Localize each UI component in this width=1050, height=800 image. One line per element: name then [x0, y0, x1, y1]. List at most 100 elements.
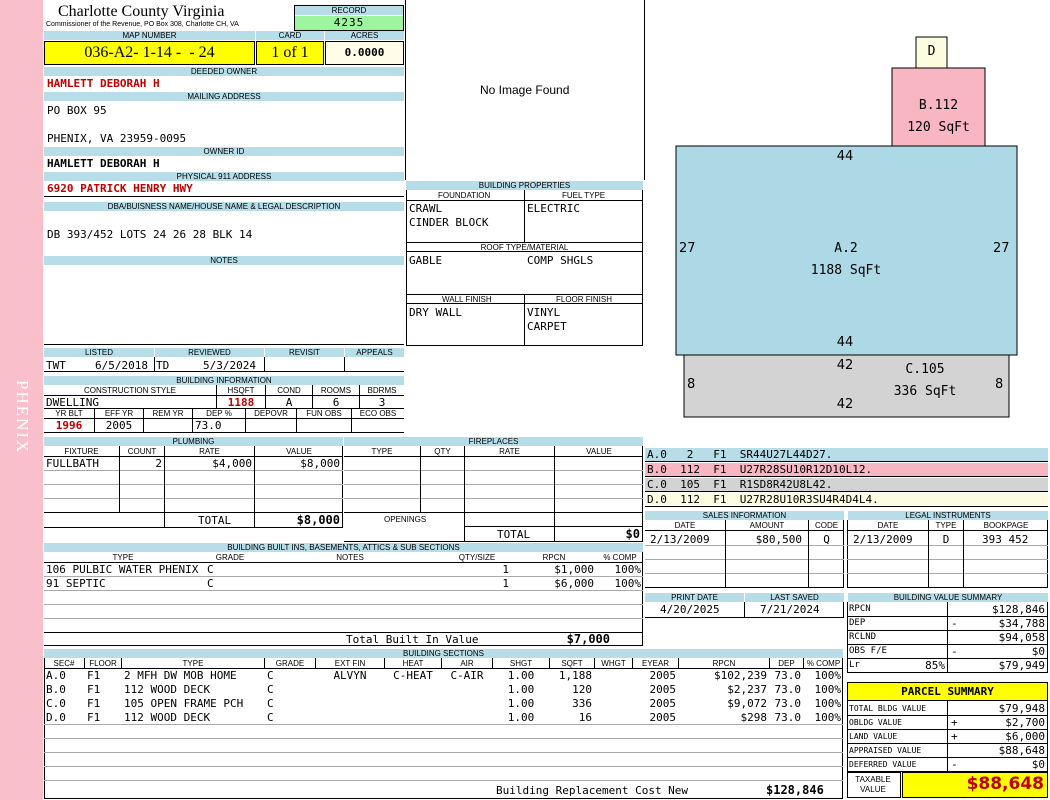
sketch-a-top: 44: [836, 149, 854, 164]
sketch-a-bottom: 44: [836, 335, 854, 350]
legal-h-bookpage: BOOKPAGE: [983, 521, 1029, 530]
bi-h-depovr: DEPOVR: [254, 409, 288, 418]
sec-header-sep: [315, 658, 316, 668]
legal-h-date: DATE: [877, 521, 899, 530]
sec-cell: 73.0: [774, 711, 802, 724]
sec-header: EXT FIN: [334, 659, 366, 668]
sec-cell: 73.0: [774, 669, 802, 682]
floor-1: VINYL: [527, 306, 561, 319]
fire-h-qty: QTY: [434, 447, 451, 456]
built-ins-label: BUILDING BUILT INS, BASEMENTS, ATTICS & …: [44, 543, 643, 552]
owner-id-value: HAMLETT DEBORAH H: [47, 157, 160, 170]
map-number-value: 036-A2- 1-14 - - 24: [44, 41, 255, 65]
bi2-row1-type: 106 PULBIC WATER PHENIX: [46, 563, 199, 576]
sec-cell: C: [267, 711, 274, 724]
legal-inst-label: LEGAL INSTRUMENTS: [848, 511, 1048, 520]
parcel-row-label: APPRAISED VALUE: [849, 746, 922, 755]
sec-cell: 112 WOOD DECK: [124, 711, 211, 724]
plumbing-label: PLUMBING: [44, 437, 343, 446]
sec-header-sep: [549, 658, 550, 668]
sec-header: AIR: [460, 659, 474, 668]
mailing-label: MAILING ADDRESS: [44, 92, 404, 101]
sec-cell: 1.00: [507, 711, 535, 724]
sec-cell: $298: [740, 711, 768, 724]
fire-total: $0: [625, 527, 640, 541]
bvs-row-value: $128,846: [992, 603, 1045, 616]
last-saved-label: LAST SAVED: [745, 593, 844, 602]
sections-footer-value: $128,846: [766, 783, 824, 797]
sec-cell: F1: [87, 669, 101, 682]
record-value: 4235: [295, 16, 403, 30]
no-image-text: No Image Found: [480, 83, 570, 97]
acres-label: ACRES: [325, 31, 404, 40]
sec-header-sep: [594, 658, 595, 668]
bvs-row-label: RPCN: [849, 604, 871, 614]
sketch-code-a-text: A.0 2 F1 SR44U27L44D27.: [647, 448, 833, 461]
taxable-value: $88,648: [966, 774, 1044, 794]
building-info-label: BUILDING INFORMATION: [44, 376, 404, 385]
plumb-fixture: FULLBATH: [46, 457, 99, 470]
bi-h-remyr: REM YR: [152, 409, 184, 418]
sec-cell: F1: [87, 697, 101, 710]
parcel-row-label: LAND VALUE: [849, 732, 898, 741]
sketch-c-top: 42: [836, 358, 854, 373]
bi-h-funobs: FUN OBS: [306, 409, 342, 418]
listed-by: TWT: [46, 359, 66, 372]
sec-cell: $102,239: [714, 669, 767, 682]
foundation-2: CINDER BLOCK: [409, 216, 489, 229]
sec-header-sep: [803, 658, 804, 668]
sec-cell: ALVYN: [333, 669, 367, 682]
sec-cell: 105 OPEN FRAME PCH: [124, 697, 244, 710]
roof-type: GABLE: [409, 254, 443, 267]
parcel-row-value: $88,648: [998, 744, 1045, 757]
owner-id-label: OWNER ID: [44, 147, 404, 156]
plumb-value: $8,000: [300, 457, 340, 470]
sec-header: SHGT: [509, 659, 533, 668]
parcel-row-value: $0: [1031, 758, 1045, 771]
roof-material: COMP SHGLS: [527, 254, 594, 267]
bvs-row-label: RCLND: [849, 632, 877, 642]
bi2-h-grade: GRADE: [215, 553, 245, 562]
acres-value: 0.0000: [325, 41, 404, 65]
sales-h-code: CODE: [814, 521, 839, 530]
bvs-row-value: $94,058: [998, 631, 1045, 644]
parcel-row-label: TOTAL BLDG VALUE: [849, 704, 927, 713]
sec-header: WHGT: [601, 659, 626, 668]
sec-cell: C: [267, 697, 274, 710]
fire-total-label: TOTAL: [497, 528, 531, 541]
listed-label: LISTED: [44, 348, 154, 357]
bi-h-bdrms: BDRMS: [367, 386, 397, 395]
bi2-row1-grade: C: [207, 563, 214, 576]
bvs-row-value: $0: [1031, 645, 1045, 658]
sec-header-sep: [678, 658, 679, 668]
sec-header: % COMP: [806, 659, 841, 668]
parcel-row-value: $79,948: [998, 702, 1045, 715]
wall-value: DRY WALL: [409, 306, 462, 319]
sketch-c-right: 8: [995, 377, 1004, 392]
sketch-a-right: 27: [993, 241, 1010, 256]
bi-h-hsqft: HSQFT: [227, 386, 255, 395]
sketch-code-a: A.0 2 F1 SR44U27L44D27.: [645, 448, 1048, 462]
sec-cell: 2005: [649, 669, 677, 682]
sketch-a-name: A.2: [834, 241, 858, 256]
bvs-row-extra: 85%: [925, 659, 945, 672]
sec-cell: C: [267, 683, 274, 696]
sections-footer-label: Building Replacement Cost New: [496, 784, 689, 797]
appeals-label: APPEALS: [345, 348, 404, 357]
bi2-h-rpcn: RPCN: [542, 553, 566, 562]
sec-cell: 100%: [814, 697, 842, 710]
building-sketch: [675, 36, 1018, 418]
bi2-row2-rpcn: $6,000: [554, 577, 594, 590]
bi-h-ecoobs: ECO OBS: [359, 409, 397, 418]
sketch-c-left: 8: [687, 377, 696, 392]
listed-date: 6/5/2018: [95, 359, 148, 372]
sec-header: EYEAR: [641, 659, 670, 668]
sections-label: BUILDING SECTIONS: [44, 649, 843, 658]
print-date: 4/20/2025: [660, 603, 720, 616]
sketch-b-name: B.112: [918, 98, 959, 113]
legal-value: DB 393/452 LOTS 24 26 28 BLK 14: [47, 228, 253, 241]
bi2-h-notes: NOTES: [336, 553, 364, 562]
plumb-total: $8,000: [296, 513, 340, 527]
sec-header-sep: [632, 658, 633, 668]
county-name: Charlotte County Virginia: [58, 3, 225, 20]
